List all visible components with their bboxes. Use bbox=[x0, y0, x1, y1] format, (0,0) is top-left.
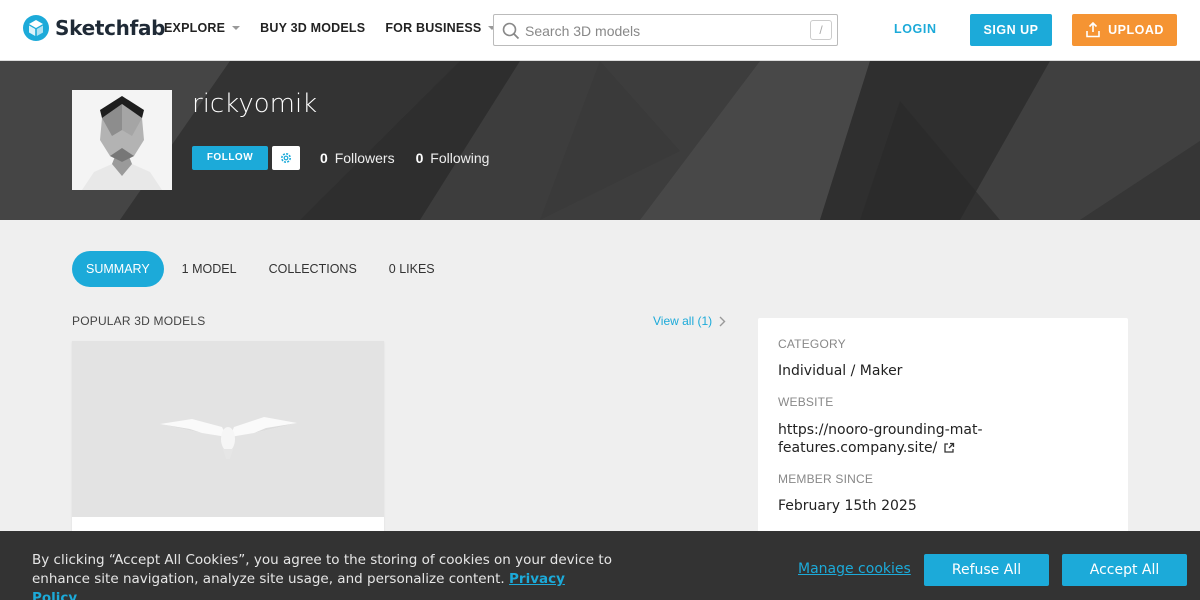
profile-stats: 0 Followers 0 Following bbox=[320, 150, 510, 166]
nav-buy-3d-models[interactable]: BUY 3D MODELS bbox=[260, 21, 365, 35]
following-label: Following bbox=[430, 150, 490, 166]
upload-button[interactable]: UPLOAD bbox=[1072, 14, 1177, 46]
caret-down-icon bbox=[232, 26, 241, 30]
avatar-image bbox=[72, 90, 172, 190]
followers-label: Followers bbox=[334, 150, 395, 166]
nav-for-business[interactable]: FOR BUSINESS bbox=[385, 21, 497, 35]
main-nav: EXPLORE BUY 3D MODELS FOR BUSINESS bbox=[164, 21, 516, 35]
upload-label: UPLOAD bbox=[1108, 23, 1164, 37]
tab-collections[interactable]: COLLECTIONS bbox=[255, 251, 371, 287]
manage-cookies-link[interactable]: Manage cookies bbox=[798, 561, 911, 577]
website-link[interactable]: https://nooro-grounding-mat-features.com… bbox=[778, 421, 1008, 457]
nav-business-label: FOR BUSINESS bbox=[385, 21, 482, 35]
view-all-link[interactable]: View all (1) bbox=[653, 314, 726, 328]
sketchfab-logo-icon bbox=[23, 15, 49, 41]
bird-model-preview bbox=[160, 417, 297, 459]
refuse-all-button[interactable]: Refuse All bbox=[924, 554, 1049, 586]
model-card[interactable] bbox=[72, 341, 384, 541]
followers-count: 0 bbox=[320, 150, 328, 166]
external-link-icon bbox=[944, 442, 955, 453]
tab-likes[interactable]: 0 LIKES bbox=[375, 251, 449, 287]
avatar[interactable] bbox=[72, 90, 172, 190]
low-poly-background bbox=[0, 61, 1200, 220]
category-value: Individual / Maker bbox=[778, 363, 903, 379]
nav-buy-label: BUY 3D MODELS bbox=[260, 21, 366, 35]
search-input[interactable] bbox=[525, 19, 795, 43]
top-navigation-bar: Sketchfab EXPLORE BUY 3D MODELS FOR BUSI… bbox=[0, 0, 1200, 61]
logo-text: Sketchfab bbox=[55, 16, 166, 40]
website-label: WEBSITE bbox=[778, 395, 834, 409]
popular-models-title: POPULAR 3D MODELS bbox=[72, 314, 206, 328]
settings-button[interactable] bbox=[272, 146, 300, 170]
signup-button[interactable]: SIGN UP bbox=[970, 14, 1052, 46]
tab-models[interactable]: 1 MODEL bbox=[168, 251, 251, 287]
nav-explore[interactable]: EXPLORE bbox=[164, 21, 241, 35]
view-all-label: View all (1) bbox=[653, 314, 713, 328]
tab-summary[interactable]: SUMMARY bbox=[72, 251, 164, 287]
follow-button[interactable]: FOLLOW bbox=[192, 146, 268, 170]
profile-banner: rickyomik FOLLOW 0 Followers 0 Following bbox=[0, 61, 1200, 220]
following-count: 0 bbox=[415, 150, 424, 166]
profile-username: rickyomik bbox=[192, 89, 318, 119]
search-shortcut-key: / bbox=[810, 20, 832, 40]
nav-explore-label: EXPLORE bbox=[164, 21, 226, 35]
member-since-label: MEMBER SINCE bbox=[778, 472, 874, 486]
chevron-right-icon bbox=[719, 316, 726, 326]
search-icon bbox=[502, 22, 520, 40]
model-thumbnail bbox=[72, 341, 384, 517]
gear-icon bbox=[281, 153, 291, 163]
login-button[interactable]: LOGIN bbox=[894, 22, 937, 36]
sketchfab-logo[interactable]: Sketchfab bbox=[23, 15, 166, 41]
following-stat[interactable]: 0 Following bbox=[416, 150, 490, 166]
cookie-message: By clicking “Accept All Cookies”, you ag… bbox=[32, 551, 612, 600]
followers-stat[interactable]: 0 Followers bbox=[320, 150, 395, 166]
category-label: CATEGORY bbox=[778, 337, 846, 351]
profile-info-panel: CATEGORY Individual / Maker WEBSITE http… bbox=[758, 318, 1128, 548]
cookie-consent-bar: By clicking “Accept All Cookies”, you ag… bbox=[0, 531, 1200, 600]
search-box: / bbox=[493, 14, 838, 46]
upload-icon bbox=[1086, 22, 1100, 38]
profile-tabs: SUMMARY 1 MODEL COLLECTIONS 0 LIKES bbox=[72, 251, 453, 287]
member-since-value: February 15th 2025 bbox=[778, 498, 917, 514]
accept-all-button[interactable]: Accept All bbox=[1062, 554, 1187, 586]
